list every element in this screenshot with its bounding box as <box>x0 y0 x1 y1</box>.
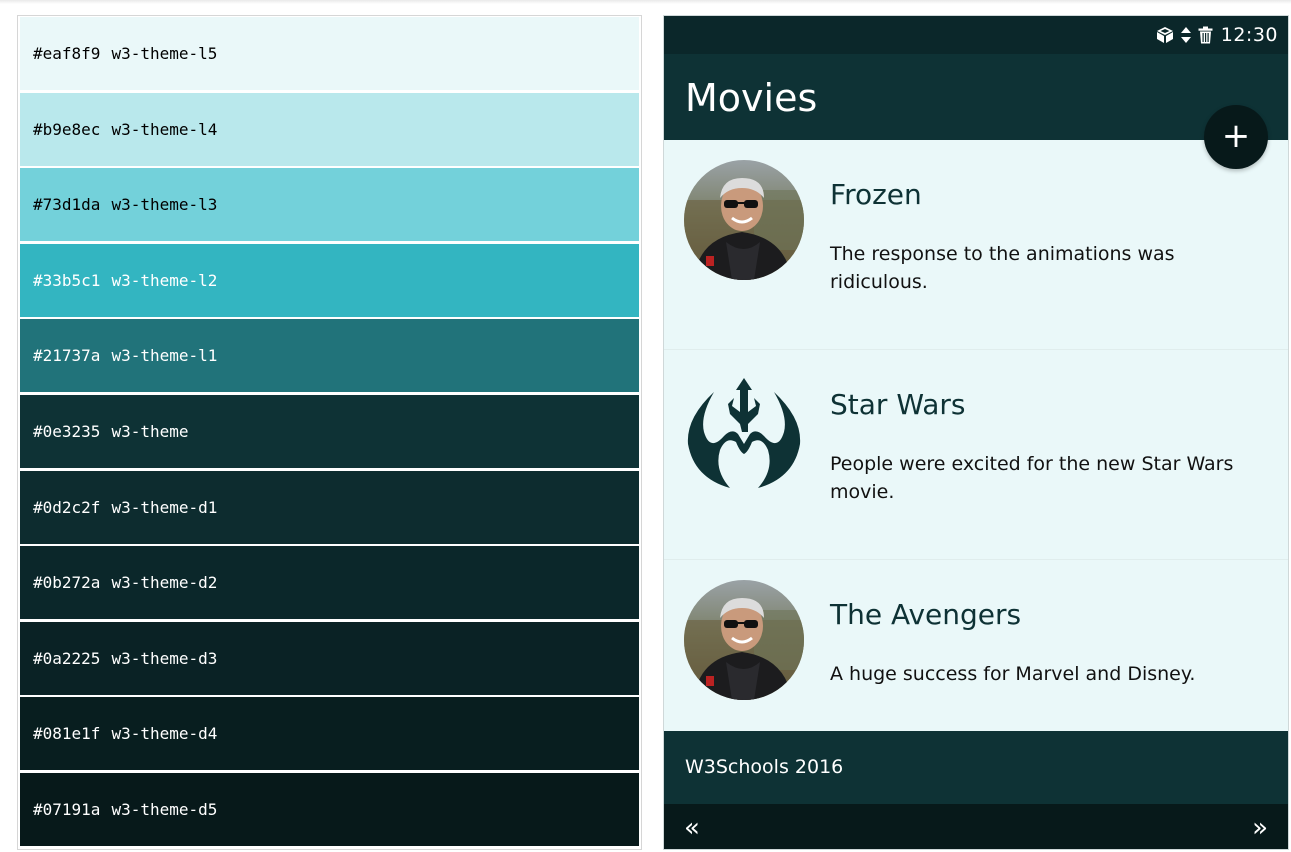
status-bar: 12:30 <box>664 16 1288 54</box>
item-title: The Avengers <box>830 598 1022 631</box>
swatch-class-name: w3-theme <box>111 421 189 441</box>
next-button[interactable]: » <box>1252 813 1268 843</box>
swatch-d5: #07191a w3-theme-d5 <box>20 772 639 846</box>
swatch-hex: #73d1da <box>33 195 101 215</box>
cube-icon <box>1156 26 1174 44</box>
swatch-l5: #eaf8f9 w3-theme-l5 <box>20 17 639 90</box>
swatch-l4: #b9e8ec w3-theme-l4 <box>20 92 639 166</box>
page-title: Movies <box>685 76 818 120</box>
trash-icon <box>1198 26 1213 44</box>
swatch-d4: #081e1f w3-theme-d4 <box>20 697 639 771</box>
swatch-l1: #21737a w3-theme-l1 <box>20 319 639 393</box>
swatch-class-name: w3-theme-d4 <box>111 724 218 744</box>
swatch-l3: #73d1da w3-theme-l3 <box>20 168 639 242</box>
page-top-shadow <box>0 0 1291 4</box>
avatar <box>684 160 804 280</box>
rebel-alliance-icon <box>684 370 804 490</box>
swatch-hex: #b9e8ec <box>33 119 101 139</box>
item-title: Frozen <box>830 178 922 211</box>
list-item[interactable]: Star Wars People were excited for the ne… <box>664 350 1288 560</box>
swatch-hex: #21737a <box>33 346 101 366</box>
swatch-hex: #0b272a <box>33 573 101 593</box>
item-description: A huge success for Marvel and Disney. <box>830 663 1196 685</box>
sort-icon <box>1180 26 1192 44</box>
swatch-hex: #07191a <box>33 799 101 819</box>
swatch-class-name: w3-theme-l4 <box>111 119 218 139</box>
swatch-d2: #0b272a w3-theme-d2 <box>20 546 639 620</box>
status-time: 12:30 <box>1220 24 1278 46</box>
swatch-class-name: w3-theme-d3 <box>111 648 218 668</box>
swatch-d1: #0d2c2f w3-theme-d1 <box>20 470 639 544</box>
swatch-hex: #0a2225 <box>33 648 101 668</box>
theme-palette: #eaf8f9 w3-theme-l5 #b9e8ec w3-theme-l4 … <box>17 15 642 850</box>
swatch-class-name: w3-theme-l5 <box>111 44 218 63</box>
swatch-class-name: w3-theme-d1 <box>111 497 218 517</box>
swatch-class-name: w3-theme-l2 <box>111 270 218 290</box>
avatar <box>684 580 804 700</box>
list-item[interactable]: The Avengers A huge success for Marvel a… <box>664 560 1288 736</box>
phone-mockup: 12:30 Movies + Frozen The response to th… <box>663 15 1289 850</box>
add-button[interactable]: + <box>1204 105 1268 169</box>
footer: W3Schools 2016 <box>664 731 1288 804</box>
footer-text: W3Schools 2016 <box>685 756 844 778</box>
swatch-hex: #33b5c1 <box>33 270 101 290</box>
swatch-hex: #0d2c2f <box>33 497 101 517</box>
bottom-nav: « » <box>664 804 1288 849</box>
app-bar: Movies + <box>664 54 1288 169</box>
swatch-hex: #0e3235 <box>33 421 101 441</box>
swatch-l2: #33b5c1 w3-theme-l2 <box>20 243 639 317</box>
swatch-class-name: w3-theme-d2 <box>111 573 218 593</box>
previous-button[interactable]: « <box>684 813 700 843</box>
swatch-class-name: w3-theme-l3 <box>111 195 218 215</box>
list-item[interactable]: Frozen The response to the animations wa… <box>664 140 1288 350</box>
item-description: The response to the animations was ridic… <box>830 243 1175 293</box>
swatch-hex: #eaf8f9 <box>33 44 101 63</box>
movie-list: Frozen The response to the animations wa… <box>664 140 1288 736</box>
item-description: People were excited for the new Star War… <box>830 453 1234 503</box>
swatch-class-name: w3-theme-d5 <box>111 799 218 819</box>
swatch-base: #0e3235 w3-theme <box>20 394 639 468</box>
item-title: Star Wars <box>830 388 966 421</box>
swatch-class-name: w3-theme-l1 <box>111 346 218 366</box>
swatch-d3: #0a2225 w3-theme-d3 <box>20 621 639 695</box>
swatch-hex: #081e1f <box>33 724 101 744</box>
